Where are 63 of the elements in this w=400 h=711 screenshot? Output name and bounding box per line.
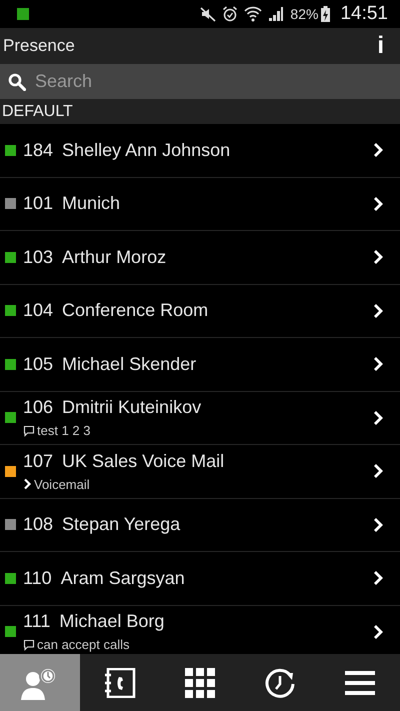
- extension-number: 106: [23, 397, 54, 418]
- chevron-icon: [373, 356, 384, 372]
- chevron-icon: [373, 463, 384, 480]
- contact-name: Michael Skender: [62, 354, 196, 375]
- status-note: Voicemail: [34, 476, 90, 492]
- chevron-icon: [373, 410, 384, 426]
- status-note: test 1 2 3: [37, 423, 90, 438]
- speech-bubble-icon: [23, 638, 35, 651]
- search-input[interactable]: Search: [35, 71, 392, 92]
- contact-name: Dmitrii Kuteinikov: [62, 397, 202, 418]
- dialpad-icon: [185, 668, 215, 698]
- contact-row[interactable]: 101 Munich: [0, 178, 400, 231]
- extension-number: 103: [23, 246, 54, 268]
- chevron-icon: [373, 302, 384, 319]
- chevron-icon: [373, 142, 384, 158]
- contact-row[interactable]: 106 Dmitrii Kuteinikov test 1 2 3: [0, 392, 400, 445]
- menu-icon: [345, 670, 375, 696]
- contact-row[interactable]: 107 UK Sales Voice Mail Voicemail: [0, 445, 400, 498]
- contact-row[interactable]: 184 Shelley Ann Johnson: [0, 124, 400, 178]
- extension-number: 101: [23, 193, 54, 214]
- speech-bubble-icon: [23, 424, 35, 437]
- extension-number: 110: [23, 568, 52, 589]
- contact-name: Arthur Moroz: [62, 246, 166, 268]
- search-field[interactable]: Search: [0, 64, 400, 99]
- contact-name: Michael Borg: [59, 611, 164, 632]
- chevron-icon: [373, 516, 384, 533]
- extension-number: 108: [23, 514, 54, 536]
- alarm-icon: [222, 6, 238, 22]
- contact-name: Shelley Ann Johnson: [62, 140, 230, 161]
- search-icon: [8, 72, 26, 90]
- clock: 14:51: [340, 3, 388, 25]
- contact-name: UK Sales Voice Mail: [62, 450, 224, 472]
- contact-name: Stepan Yerega: [62, 514, 180, 536]
- notification-icon: [17, 8, 29, 20]
- contact-row[interactable]: 103 Arthur Moroz: [0, 231, 400, 284]
- contact-row[interactable]: 108 Stepan Yerega: [0, 498, 400, 552]
- signal-icon: [268, 6, 284, 22]
- contact-name: Munich: [62, 193, 120, 214]
- status-note: can accept calls: [37, 637, 130, 652]
- extension-number: 107: [23, 450, 54, 472]
- info-button[interactable]: i: [373, 32, 388, 60]
- extension-number: 104: [23, 300, 54, 322]
- phone-book-icon: [103, 668, 137, 698]
- contact-name: Conference Room: [62, 300, 208, 322]
- contact-row[interactable]: 104 Conference Room: [0, 284, 400, 338]
- chevron-icon: [373, 624, 384, 640]
- chevron-icon: [373, 196, 384, 212]
- contact-name: Aram Sargsyan: [60, 568, 185, 589]
- chevron-icon: [373, 249, 384, 266]
- battery-charging-icon: [321, 6, 330, 22]
- screen-title: Presence: [3, 36, 75, 56]
- contact-row[interactable]: 110 Aram Sargsyan: [0, 552, 400, 606]
- extension-number: 111: [23, 611, 50, 632]
- extension-number: 184: [23, 140, 54, 161]
- chevron-icon: [373, 570, 384, 586]
- contact-row[interactable]: 105 Michael Skender: [0, 338, 400, 392]
- wifi-icon: [244, 6, 262, 22]
- section-header: DEFAULT: [2, 102, 73, 120]
- battery-percent: 82%: [290, 6, 318, 22]
- extension-number: 105: [23, 354, 54, 375]
- mute-icon: [200, 6, 216, 22]
- chevron-icon: [23, 478, 32, 490]
- history-icon: [264, 666, 296, 698]
